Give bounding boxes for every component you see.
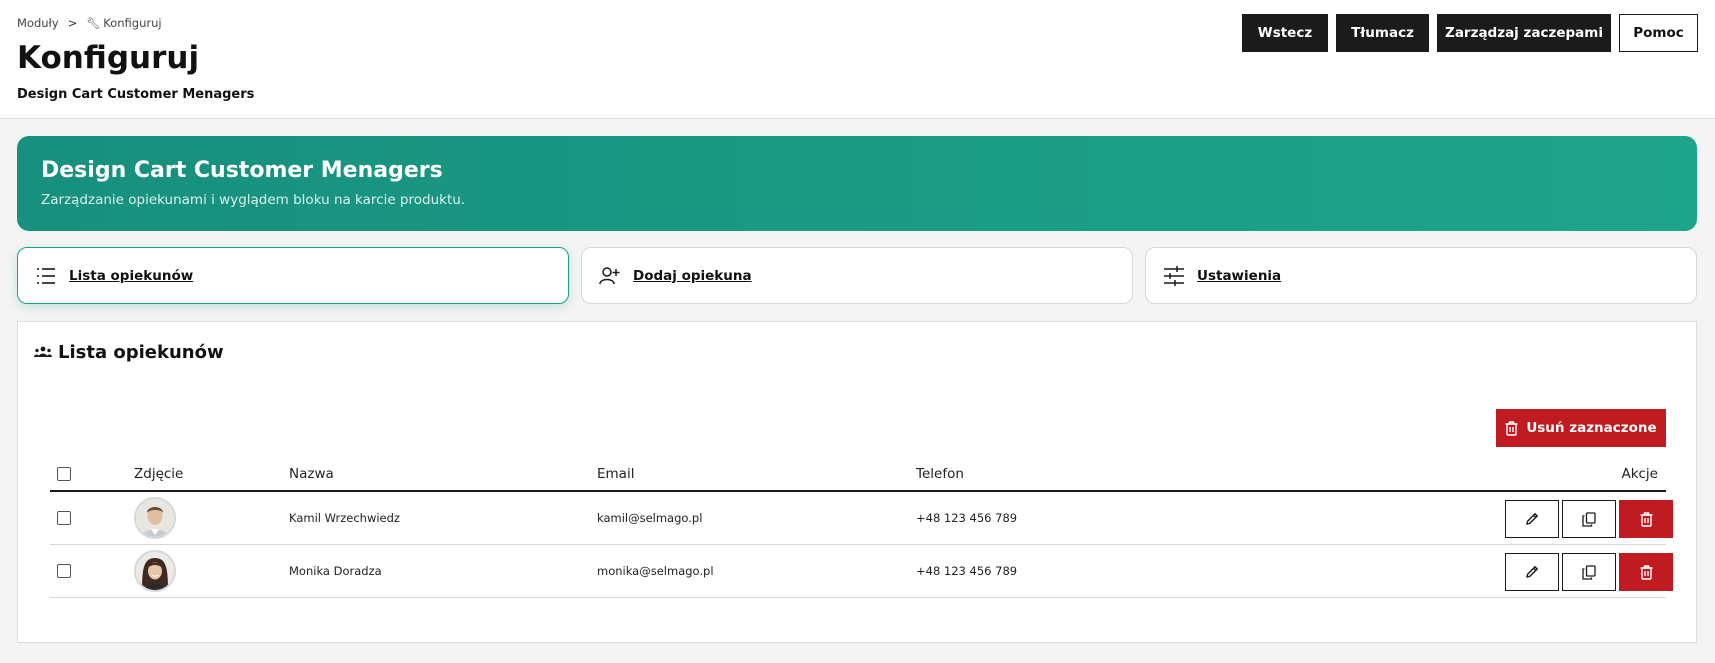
- tab-settings[interactable]: Ustawienia: [1145, 247, 1697, 304]
- table-row: Kamil Wrzechwiedz kamil@selmago.pl +48 1…: [50, 492, 1673, 545]
- column-photo: Zdjęcie: [134, 466, 184, 482]
- panel-heading: Lista opiekunów: [34, 342, 224, 363]
- tab-label: Dodaj opiekuna: [633, 267, 752, 284]
- manager-phone: +48 123 456 789: [916, 564, 1018, 578]
- duplicate-button[interactable]: [1562, 500, 1616, 538]
- wrench-icon: 🔧︎: [86, 16, 101, 30]
- column-actions: Akcje: [1621, 466, 1658, 482]
- column-email[interactable]: Email: [597, 466, 634, 482]
- delete-button[interactable]: [1619, 500, 1673, 538]
- translate-button[interactable]: Tłumacz: [1336, 14, 1429, 52]
- pencil-icon: [1526, 512, 1539, 525]
- manager-email: monika@selmago.pl: [597, 564, 714, 578]
- row-checkbox[interactable]: [57, 564, 71, 578]
- breadcrumb: Moduły > 🔧︎ Konfiguruj: [17, 16, 162, 30]
- edit-button[interactable]: [1505, 500, 1559, 538]
- managers-panel: Lista opiekunów Usuń zaznaczone Zdjęcie …: [17, 321, 1697, 643]
- copy-icon: [1582, 564, 1596, 580]
- managers-table: Zdjęcie Nazwa Email Telefon Akcje Kamil …: [50, 456, 1673, 598]
- banner-description: Zarządzanie opiekunami i wyglądem bloku …: [41, 192, 466, 208]
- trash-icon: [1640, 511, 1652, 527]
- list-icon: [35, 265, 57, 287]
- delete-selected-button[interactable]: Usuń zaznaczone: [1496, 409, 1666, 447]
- banner-title: Design Cart Customer Menagers: [41, 158, 443, 183]
- trash-icon: [1505, 420, 1518, 436]
- tab-label: Lista opiekunów: [69, 267, 194, 284]
- column-name[interactable]: Nazwa: [289, 466, 334, 482]
- delete-button[interactable]: [1619, 553, 1673, 591]
- page-subtitle: Design Cart Customer Menagers: [17, 87, 255, 102]
- tab-label: Ustawienia: [1197, 267, 1282, 284]
- select-all-checkbox[interactable]: [57, 467, 71, 481]
- users-icon: [34, 343, 52, 362]
- breadcrumb-separator: >: [67, 16, 78, 30]
- manager-email: kamil@selmago.pl: [597, 511, 703, 525]
- manager-phone: +48 123 456 789: [916, 511, 1018, 525]
- manager-name: Kamil Wrzechwiedz: [289, 511, 400, 525]
- tab-list[interactable]: Lista opiekunów: [17, 247, 569, 304]
- page-title: Konfiguruj: [17, 40, 200, 76]
- manager-name: Monika Doradza: [289, 564, 382, 578]
- module-banner: Design Cart Customer Menagers Zarządzani…: [17, 136, 1697, 231]
- manage-hooks-button[interactable]: Zarządzaj zaczepami: [1437, 14, 1611, 52]
- help-button[interactable]: Pomoc: [1619, 14, 1698, 52]
- pencil-icon: [1526, 565, 1539, 578]
- trash-icon: [1640, 564, 1652, 580]
- duplicate-button[interactable]: [1562, 553, 1616, 591]
- page-header: Moduły > 🔧︎ Konfiguruj Konfiguruj Design…: [0, 0, 1715, 119]
- avatar: [134, 497, 176, 539]
- edit-button[interactable]: [1505, 553, 1559, 591]
- table-header: Zdjęcie Nazwa Email Telefon Akcje: [50, 456, 1666, 492]
- column-phone[interactable]: Telefon: [916, 466, 964, 482]
- user-plus-icon: [599, 265, 621, 287]
- delete-selected-label: Usuń zaznaczone: [1526, 420, 1657, 436]
- table-row: Monika Doradza monika@selmago.pl +48 123…: [50, 545, 1673, 598]
- tab-add[interactable]: Dodaj opiekuna: [581, 247, 1133, 304]
- breadcrumb-current: Konfiguruj: [103, 16, 162, 30]
- back-button[interactable]: Wstecz: [1242, 14, 1328, 52]
- avatar: [134, 550, 176, 592]
- row-checkbox[interactable]: [57, 511, 71, 525]
- breadcrumb-parent[interactable]: Moduły: [17, 16, 59, 30]
- panel-title: Lista opiekunów: [58, 342, 224, 363]
- copy-icon: [1582, 511, 1596, 527]
- sliders-icon: [1163, 265, 1185, 287]
